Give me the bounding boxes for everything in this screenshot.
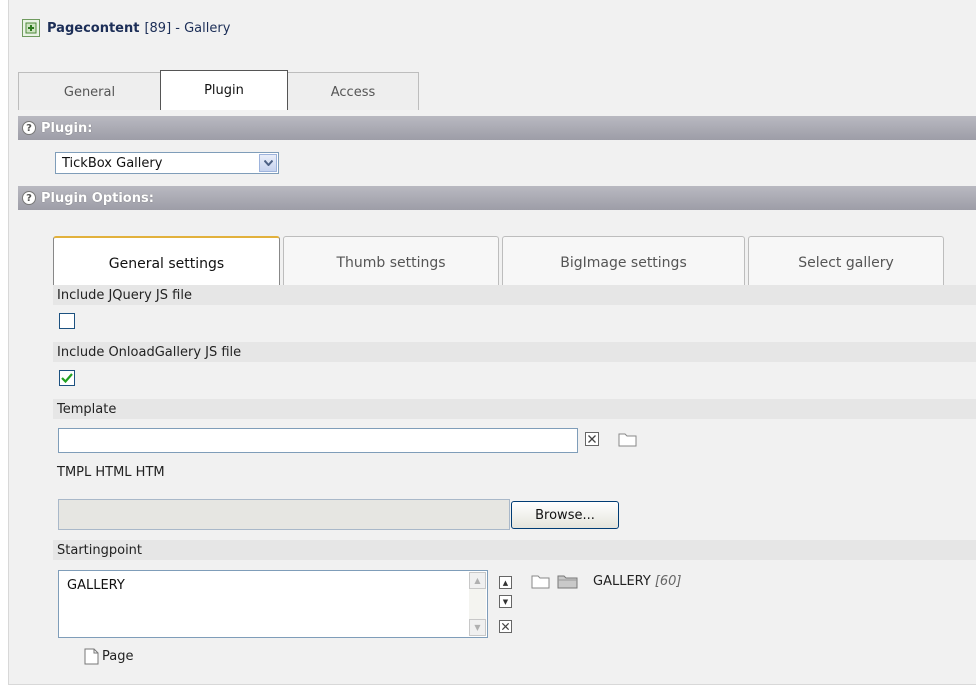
- tab-bigimage-settings[interactable]: BigImage settings: [502, 236, 745, 286]
- startingpoint-label: Startingpoint: [53, 540, 976, 560]
- help-icon[interactable]: ?: [22, 191, 36, 205]
- plugin-section-bar: ? Plugin:: [18, 116, 976, 140]
- scroll-up-icon[interactable]: ▲: [469, 572, 486, 589]
- folder-icon[interactable]: [531, 573, 551, 589]
- checkmark-icon: [61, 373, 73, 383]
- plugin-options-label: Plugin Options:: [41, 190, 154, 206]
- template-label: Template: [53, 399, 976, 419]
- clear-icon[interactable]: [585, 432, 599, 446]
- move-down-icon[interactable]: ▼: [499, 595, 512, 608]
- help-icon[interactable]: ?: [22, 121, 36, 135]
- main-tabs: General Plugin Access: [18, 70, 419, 110]
- tab-thumb-settings[interactable]: Thumb settings: [283, 236, 499, 286]
- move-up-icon[interactable]: ▲: [499, 576, 512, 589]
- include-onload-checkbox[interactable]: [59, 370, 75, 386]
- tab-access[interactable]: Access: [287, 72, 419, 110]
- tab-general[interactable]: General: [18, 72, 161, 110]
- plugin-options-bar: ? Plugin Options:: [18, 186, 976, 210]
- page-type-label: Page: [102, 649, 134, 664]
- include-onload-label: Include OnloadGallery JS file: [53, 342, 976, 362]
- include-jquery-checkbox[interactable]: [59, 313, 75, 329]
- selected-record-id: [60]: [654, 574, 682, 589]
- remove-icon[interactable]: [499, 620, 512, 633]
- include-jquery-label: Include JQuery JS file: [53, 285, 976, 305]
- tab-select-gallery[interactable]: Select gallery: [748, 236, 944, 286]
- folder-icon[interactable]: [618, 431, 638, 447]
- page-content-icon: [22, 19, 40, 37]
- scroll-down-icon[interactable]: ▼: [469, 619, 486, 636]
- startingpoint-listbox[interactable]: GALLERY ▲ ▼: [58, 570, 488, 638]
- startingpoint-selected[interactable]: GALLERY [60]: [593, 574, 682, 589]
- page-header: Pagecontent [89] - Gallery: [22, 18, 230, 38]
- selected-record-name: GALLERY: [593, 574, 651, 589]
- page-icon: [84, 648, 99, 665]
- sysfolder-icon: [557, 575, 578, 589]
- browse-button[interactable]: Browse...: [511, 501, 619, 529]
- page-record-type: Page: [84, 648, 133, 665]
- plugin-section-label: Plugin:: [41, 120, 93, 136]
- chevron-down-icon[interactable]: [259, 154, 277, 172]
- file-path-field[interactable]: [58, 499, 510, 530]
- plugin-select-value: TickBox Gallery: [62, 155, 163, 171]
- settings-tabs: General settings Thumb settings BigImage…: [53, 236, 947, 286]
- tmpl-types-label: TMPL HTML HTM: [57, 465, 165, 480]
- template-input[interactable]: [58, 428, 578, 453]
- plugin-select[interactable]: TickBox Gallery: [55, 152, 279, 174]
- listbox-scrollbar[interactable]: ▲ ▼: [469, 572, 486, 636]
- page-subtitle: [89] - Gallery: [144, 20, 231, 36]
- list-item[interactable]: GALLERY: [67, 578, 125, 593]
- tab-general-settings[interactable]: General settings: [53, 236, 280, 286]
- tab-plugin[interactable]: Plugin: [160, 70, 288, 110]
- page-title: Pagecontent: [47, 20, 140, 36]
